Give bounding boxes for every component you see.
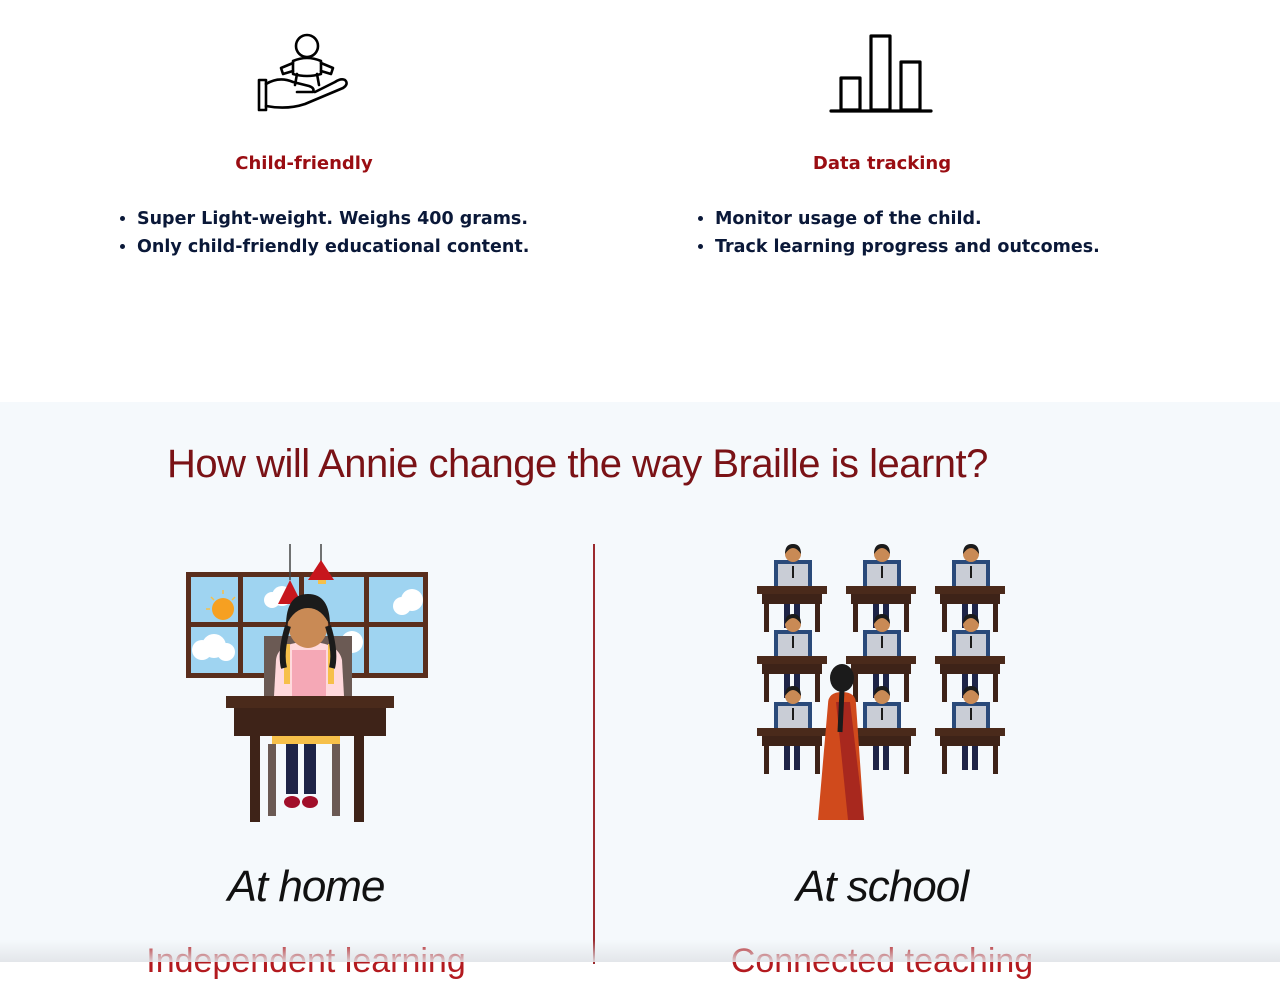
column-divider [593,544,595,964]
girl-at-desk-illustration [186,544,428,822]
classroom-illustration [757,544,1005,820]
child-in-hand-icon [257,33,348,112]
feature-bullets: Monitor usage of the child. Track learni… [693,205,1100,261]
bullet-item: Super Light-weight. Weighs 400 grams. [137,205,529,233]
learning-section: How will Annie change the way Braille is… [0,402,1280,980]
feature-bullets: Super Light-weight. Weighs 400 grams. On… [115,205,529,261]
feature-title: Data tracking [812,153,952,174]
bullet-item: Monitor usage of the child. [715,205,1100,233]
feature-title: Child-friendly [235,153,373,174]
bullet-item: Track learning progress and outcomes. [715,233,1100,261]
section-heading: How will Annie change the way Braille is… [167,442,988,486]
case-title-home: At home [227,862,386,911]
case-title-school: At school [796,862,969,911]
feature-child-friendly: Child-friendly Super Light-weight. Weigh… [15,0,593,402]
feature-data-tracking: Data tracking Monitor usage of the child… [593,0,1171,402]
features-section: Child-friendly Super Light-weight. Weigh… [0,0,1280,402]
bottom-fade [0,940,1280,962]
bullet-item: Only child-friendly educational content. [137,233,529,261]
bar-chart-icon [829,34,933,113]
